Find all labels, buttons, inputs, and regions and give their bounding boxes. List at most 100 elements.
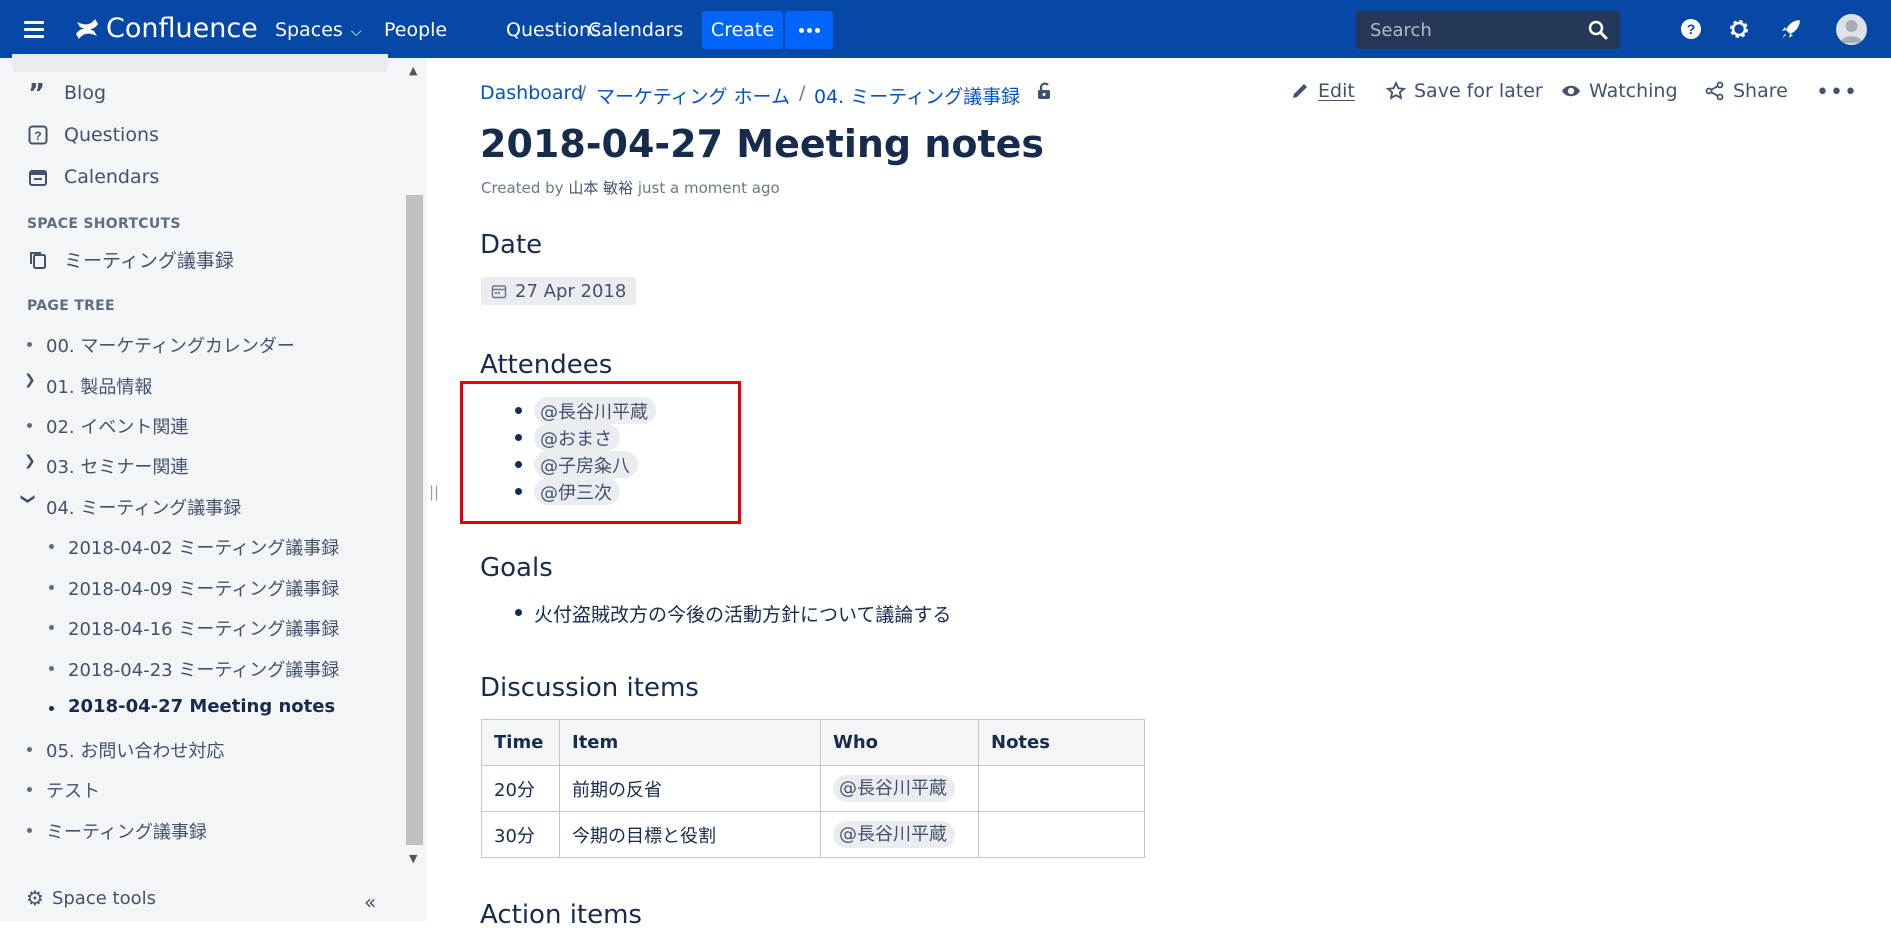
user-icon — [1840, 20, 1863, 43]
date-heading: Date — [480, 230, 543, 260]
author-link[interactable]: 山本 敏裕 — [568, 179, 633, 197]
cell-time: 30分 — [481, 811, 560, 858]
svg-text:?: ? — [1687, 21, 1696, 37]
tree-bullet — [49, 706, 54, 711]
create-button[interactable]: Create — [702, 11, 783, 49]
shortcut-meeting-notes[interactable]: ミーティング議事録 — [28, 246, 234, 273]
search-placeholder: Search — [1370, 19, 1432, 41]
date-lozenge[interactable]: 27 Apr 2018 — [481, 277, 637, 305]
sidebar-item-questions[interactable]: ? Questions — [28, 124, 159, 146]
chevron-down-icon: ⌵ — [350, 24, 362, 40]
tree-bullet — [27, 747, 32, 752]
attendee-mention[interactable]: @おまさ — [534, 424, 620, 451]
dot-icon — [814, 27, 820, 33]
calendar-icon — [491, 285, 507, 299]
notifications-rocket-icon[interactable] — [1779, 17, 1803, 41]
more-actions-icon[interactable]: ••• — [1816, 80, 1858, 105]
chevron-right-icon[interactable]: ❯ — [24, 372, 36, 388]
date-value: 27 Apr 2018 — [515, 280, 627, 302]
list-bullet — [515, 488, 522, 495]
attendee-mention[interactable]: @子房粂八 — [534, 451, 638, 478]
breadcrumb-marketing-home[interactable]: マーケティング ホーム — [596, 82, 790, 109]
scroll-down-arrow-icon[interactable]: ▼ — [409, 852, 417, 865]
user-avatar[interactable] — [1836, 14, 1867, 45]
tree-item[interactable]: テスト — [46, 777, 100, 803]
tree-item[interactable]: 2018-04-16 ミーティング議事録 — [68, 615, 339, 641]
who-mention[interactable]: @長谷川平蔵 — [833, 775, 955, 802]
collapse-sidebar-icon[interactable]: « — [364, 890, 376, 914]
sidebar-item-blog[interactable]: ” Blog — [28, 82, 106, 104]
table-row: 30分 今期の目標と役割 @長谷川平蔵 — [481, 811, 1145, 858]
sidebar-item-pages-partial[interactable] — [12, 54, 388, 72]
attendee-mention[interactable]: @長谷川平蔵 — [534, 397, 656, 424]
space-tools-button[interactable]: ⚙ Space tools — [26, 886, 156, 910]
tree-item[interactable]: 2018-04-02 ミーティング議事録 — [68, 534, 339, 560]
tree-item[interactable]: 05. お問い合わせ対応 — [46, 737, 224, 763]
sidebar-item-label: Blog — [64, 82, 106, 104]
nav-spaces-label: Spaces — [275, 19, 343, 41]
space-shortcuts-heading: SPACE SHORTCUTS — [27, 216, 181, 232]
unlock-icon[interactable] — [1035, 81, 1055, 101]
svg-text:?: ? — [34, 129, 41, 143]
create-more-button[interactable] — [785, 11, 833, 49]
share-button[interactable]: Share — [1705, 80, 1788, 102]
goals-heading: Goals — [480, 553, 553, 583]
scroll-up-arrow-icon[interactable]: ▲ — [409, 64, 417, 77]
pencil-icon — [1293, 84, 1307, 98]
help-icon[interactable]: ? — [1679, 17, 1703, 41]
eye-icon — [1562, 85, 1580, 97]
chevron-right-icon[interactable]: ❯ — [24, 453, 36, 469]
tree-item[interactable]: 03. セミナー関連 — [46, 453, 188, 479]
tree-item[interactable]: ミーティング議事録 — [46, 818, 207, 844]
edit-label: Edit — [1318, 80, 1355, 102]
list-bullet — [515, 434, 522, 441]
star-icon — [1386, 81, 1406, 100]
goal-item: 火付盗賊改方の今後の活動方針について議論する — [534, 604, 952, 626]
nav-calendars[interactable]: Calendars — [588, 19, 683, 41]
sidebar-resize-handle[interactable]: || — [429, 483, 439, 501]
list-bullet — [515, 609, 522, 616]
save-for-later-button[interactable]: Save for later — [1386, 80, 1543, 102]
who-mention[interactable]: @長谷川平蔵 — [833, 821, 955, 848]
breadcrumb-separator: / — [799, 82, 806, 104]
tree-item-current[interactable]: 2018-04-27 Meeting notes — [68, 696, 335, 717]
column-header: Item — [559, 719, 821, 766]
settings-gear-icon[interactable] — [1727, 17, 1751, 41]
breadcrumb-meeting-notes[interactable]: 04. ミーティング議事録 — [814, 82, 1020, 109]
breadcrumb-dashboard[interactable]: Dashboard — [480, 82, 583, 104]
chevron-down-icon[interactable]: ❯ — [20, 493, 36, 505]
search-input[interactable]: Search — [1356, 11, 1620, 49]
sidebar-item-label: Questions — [64, 124, 159, 146]
sidebar-item-calendars[interactable]: Calendars — [28, 166, 159, 188]
tree-item[interactable]: 01. 製品情報 — [46, 373, 152, 399]
nav-spaces[interactable]: Spaces ⌵ — [275, 19, 361, 41]
tree-item[interactable]: 02. イベント関連 — [46, 413, 188, 439]
sidebar-scrollbar-thumb[interactable] — [406, 195, 423, 845]
space-tools-label: Space tools — [51, 887, 156, 909]
cell-who: @長谷川平蔵 — [820, 765, 979, 812]
confluence-logo[interactable]: Confluence — [74, 13, 258, 44]
edit-button[interactable]: Edit — [1290, 80, 1355, 102]
copy-page-icon — [30, 251, 46, 269]
app-name: Confluence — [106, 13, 258, 44]
cell-item: 今期の目標と役割 — [559, 811, 821, 858]
save-for-later-label: Save for later — [1414, 80, 1543, 102]
app-switcher-menu-icon[interactable] — [24, 16, 50, 42]
sidebar-item-label: Calendars — [64, 166, 160, 188]
tree-item[interactable]: 2018-04-23 ミーティング議事録 — [68, 656, 339, 682]
tree-bullet — [27, 342, 32, 347]
tree-bullet — [27, 787, 32, 792]
cell-notes — [978, 811, 1145, 858]
shortcut-label: ミーティング議事録 — [64, 250, 234, 272]
tree-item[interactable]: 2018-04-09 ミーティング議事録 — [68, 575, 339, 601]
watching-button[interactable]: Watching — [1561, 80, 1678, 102]
nav-questions[interactable]: Questions — [506, 19, 601, 41]
tree-item[interactable]: 04. ミーティング議事録 — [46, 494, 241, 520]
discussion-table: Time Item Who Notes 20分 前期の反省 @長谷川平蔵 30分… — [481, 719, 1145, 858]
cell-notes — [978, 765, 1145, 812]
attendee-mention[interactable]: @伊三次 — [534, 478, 620, 505]
column-header: Who — [820, 719, 979, 766]
nav-people[interactable]: People — [384, 19, 447, 41]
tree-item[interactable]: 00. マーケティングカレンダー — [46, 332, 295, 358]
table-row: 20分 前期の反省 @長谷川平蔵 — [481, 765, 1145, 812]
